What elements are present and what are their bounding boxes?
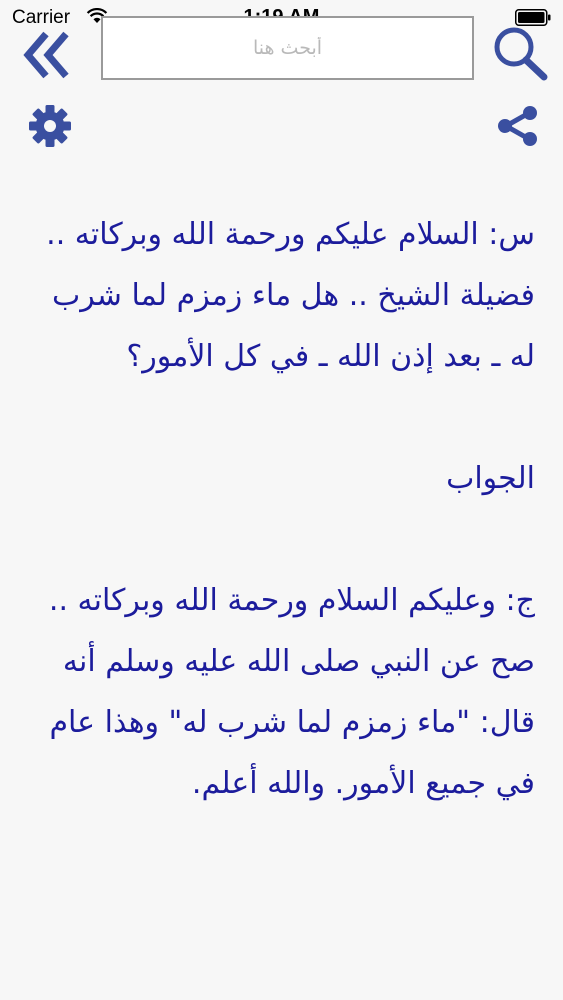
search-input[interactable] (103, 18, 472, 78)
gear-icon (29, 105, 71, 147)
search-field[interactable] (101, 16, 474, 80)
app-screen: Carrier 1:19 AM (0, 0, 563, 1000)
back-button[interactable] (22, 30, 76, 80)
answer-heading: الجواب (446, 461, 535, 496)
double-chevron-left-icon (23, 31, 69, 79)
article-content: س: السلام عليكم ورحمة الله وبركاته .. فض… (30, 204, 535, 814)
share-icon (498, 106, 537, 146)
answer-text: ج: وعليكم السلام ورحمة الله وبركاته .. ص… (48, 583, 535, 801)
search-button[interactable] (488, 22, 552, 82)
settings-button[interactable] (26, 102, 74, 150)
question-text: س: السلام عليكم ورحمة الله وبركاته .. فض… (46, 217, 535, 374)
share-button[interactable] (494, 102, 542, 150)
magnifier-icon (494, 27, 548, 81)
